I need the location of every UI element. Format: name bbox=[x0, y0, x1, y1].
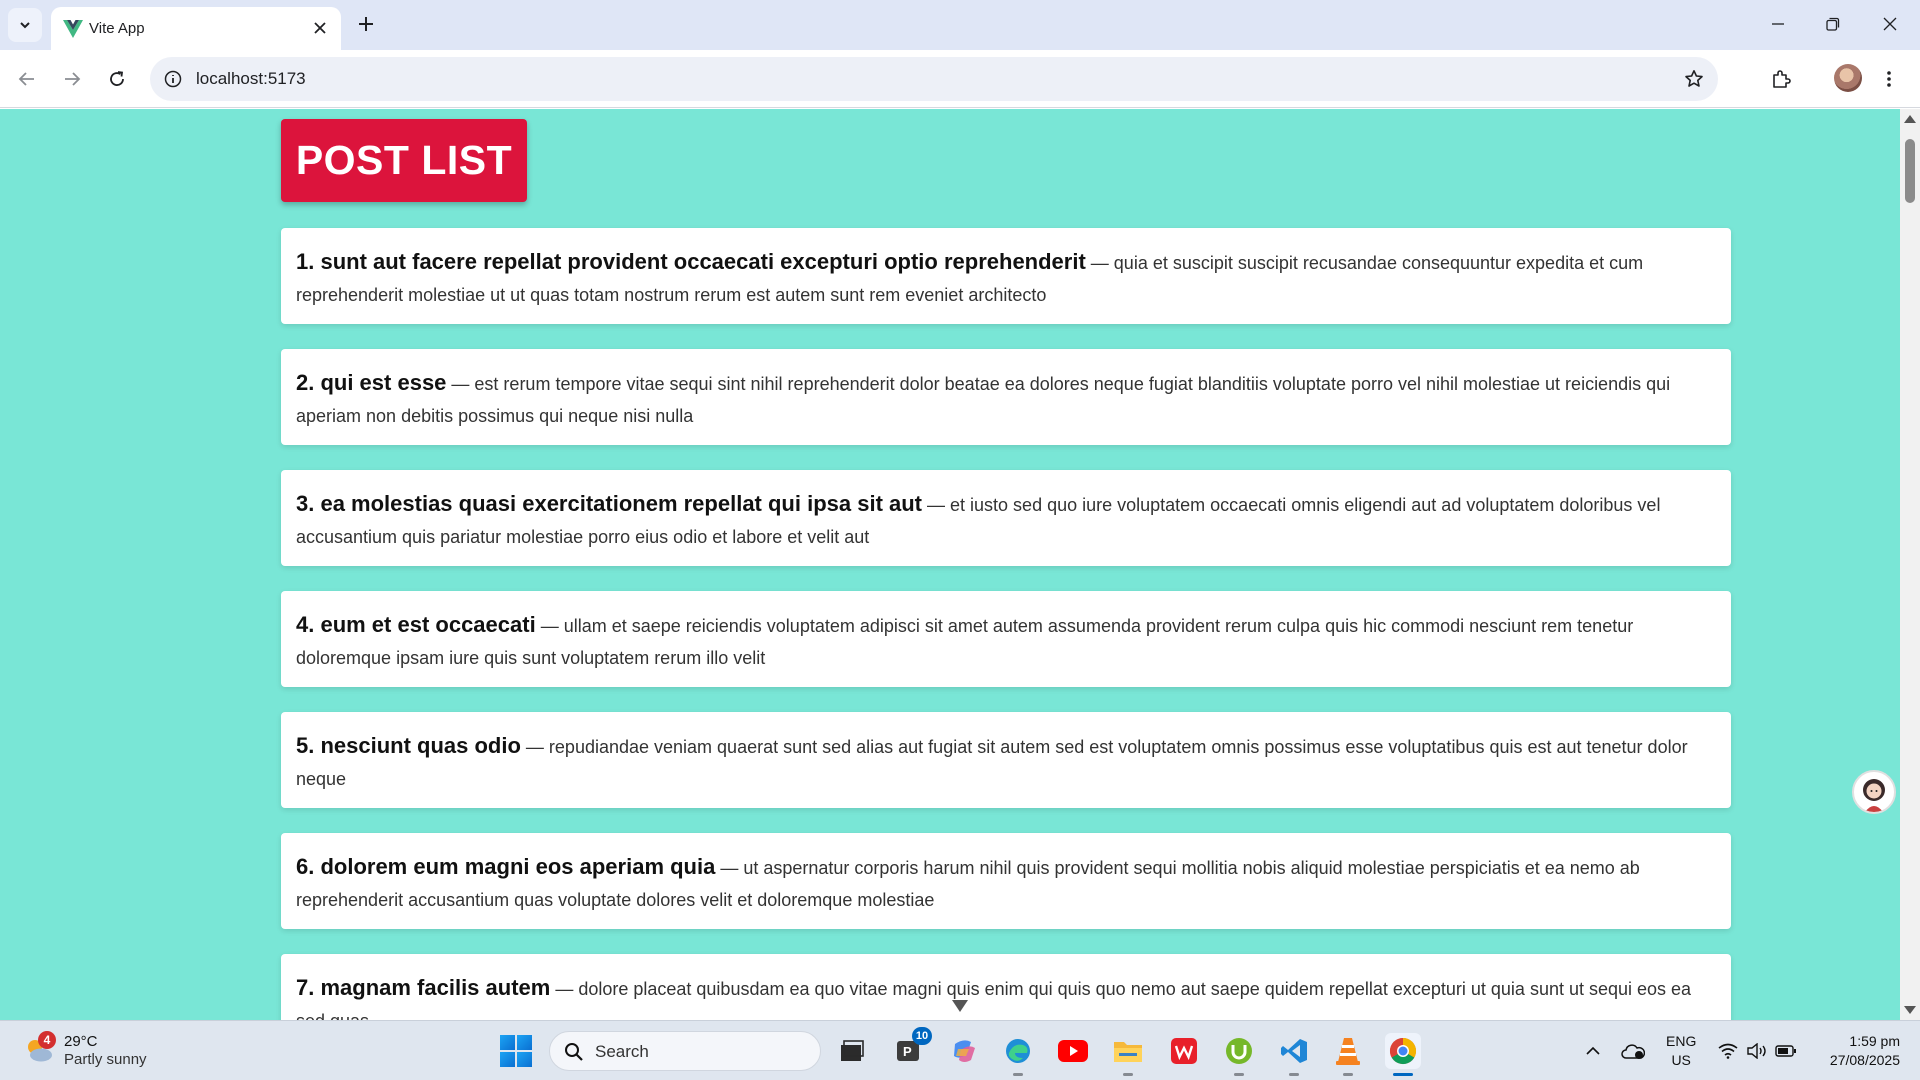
post-card: 1. sunt aut facere repellat provident oc… bbox=[281, 228, 1731, 324]
copilot-icon[interactable] bbox=[946, 1033, 982, 1069]
page-scrollbar[interactable] bbox=[1900, 109, 1920, 1020]
language-code: ENG bbox=[1666, 1033, 1697, 1049]
search-icon bbox=[565, 1043, 583, 1061]
region-code: US bbox=[1671, 1052, 1691, 1068]
back-button[interactable] bbox=[10, 62, 44, 96]
chevron-down-icon bbox=[20, 22, 30, 29]
post-body: — est rerum tempore vitae sequi sint nih… bbox=[296, 374, 1671, 426]
utorrent-icon[interactable] bbox=[1221, 1033, 1257, 1076]
close-icon bbox=[1883, 17, 1897, 31]
task-view-icon[interactable] bbox=[834, 1033, 870, 1069]
weather-temp: 29°C bbox=[64, 1033, 98, 1050]
browser-tab-strip: Vite App bbox=[0, 0, 1920, 50]
system-clock[interactable]: 1:59 pm 27/08/2025 bbox=[1800, 1032, 1900, 1070]
post-title: 2. qui est esse bbox=[296, 370, 447, 395]
taskbar-search[interactable]: Search bbox=[549, 1031, 821, 1071]
close-tab-icon[interactable] bbox=[311, 19, 329, 37]
scroll-hint-icon bbox=[952, 1000, 968, 1012]
file-explorer-icon[interactable] bbox=[1110, 1033, 1146, 1076]
forward-button[interactable] bbox=[55, 62, 89, 96]
notification-badge: 10 bbox=[912, 1027, 932, 1045]
post-card: 2. qui est esse — est rerum tempore vita… bbox=[281, 349, 1731, 445]
minimize-button[interactable] bbox=[1755, 6, 1801, 42]
browser-tab-active[interactable]: Vite App bbox=[51, 7, 341, 50]
restore-button[interactable] bbox=[1810, 6, 1856, 42]
post-title: 1. sunt aut facere repellat provident oc… bbox=[296, 249, 1086, 274]
post-card: 7. magnam facilis autem — dolore placeat… bbox=[281, 954, 1731, 1020]
arrow-right-icon bbox=[65, 72, 81, 86]
close-window-button[interactable] bbox=[1867, 6, 1913, 42]
vlc-icon[interactable] bbox=[1330, 1033, 1366, 1076]
language-indicator[interactable]: ENG US bbox=[1666, 1032, 1696, 1070]
bookmark-star-icon[interactable] bbox=[1682, 67, 1706, 91]
page-title: POST LIST bbox=[281, 119, 527, 202]
clock-date: 27/08/2025 bbox=[1829, 1052, 1900, 1068]
start-button[interactable] bbox=[500, 1035, 532, 1067]
wifi-icon[interactable] bbox=[1716, 1033, 1740, 1069]
reload-icon bbox=[110, 71, 124, 86]
youtube-icon[interactable] bbox=[1055, 1033, 1091, 1069]
extensions-button[interactable] bbox=[1764, 62, 1798, 96]
onedrive-icon[interactable] bbox=[1620, 1033, 1646, 1069]
post-title: 6. dolorem eum magni eos aperiam quia bbox=[296, 854, 716, 879]
post-title: 4. eum et est occaecati bbox=[296, 612, 536, 637]
edge-browser-icon[interactable] bbox=[1000, 1033, 1036, 1076]
arrow-left-icon bbox=[18, 72, 34, 86]
wps-office-icon[interactable] bbox=[1166, 1033, 1202, 1069]
profile-avatar[interactable] bbox=[1834, 64, 1862, 92]
restore-icon bbox=[1826, 17, 1840, 31]
minimize-icon bbox=[1772, 23, 1784, 25]
post-title: 7. magnam facilis autem bbox=[296, 975, 551, 1000]
page-viewport: POST LIST 1. sunt aut facere repellat pr… bbox=[0, 109, 1900, 1020]
post-card: 5. nesciunt quas odio — repudiandae veni… bbox=[281, 712, 1731, 808]
vue-logo-icon bbox=[63, 20, 83, 38]
tab-title: Vite App bbox=[89, 20, 145, 37]
assistant-avatar-icon[interactable] bbox=[1852, 770, 1896, 814]
post-card: 3. ea molestias quasi exercitationem rep… bbox=[281, 470, 1731, 566]
address-bar[interactable]: localhost:5173 bbox=[150, 57, 1718, 101]
post-title: 5. nesciunt quas odio bbox=[296, 733, 521, 758]
site-info-icon[interactable] bbox=[162, 68, 184, 90]
scroll-up-icon[interactable] bbox=[1904, 115, 1916, 123]
scroll-thumb[interactable] bbox=[1905, 139, 1915, 203]
post-card: 4. eum et est occaecati — ullam et saepe… bbox=[281, 591, 1731, 687]
windows-taskbar: 4 29°C Partly sunny Search P 10 ENG US 1… bbox=[0, 1020, 1920, 1080]
tab-search-button[interactable] bbox=[8, 8, 42, 42]
weather-widget[interactable]: 4 29°C Partly sunny bbox=[24, 1031, 174, 1071]
browser-toolbar: localhost:5173 bbox=[0, 50, 1920, 108]
news-app-icon[interactable]: P 10 bbox=[890, 1027, 932, 1069]
search-placeholder: Search bbox=[595, 1042, 649, 1061]
vscode-icon[interactable] bbox=[1276, 1033, 1312, 1076]
scroll-down-icon[interactable] bbox=[1904, 1006, 1916, 1014]
new-tab-button[interactable] bbox=[352, 10, 380, 38]
more-vertical-icon bbox=[1887, 71, 1891, 87]
weather-desc: Partly sunny bbox=[64, 1051, 147, 1068]
chrome-icon[interactable] bbox=[1385, 1033, 1421, 1076]
puzzle-icon bbox=[1773, 70, 1791, 88]
clock-time: 1:59 pm bbox=[1849, 1033, 1900, 1049]
plus-icon bbox=[359, 17, 373, 31]
browser-menu-button[interactable] bbox=[1872, 62, 1906, 96]
post-title: 3. ea molestias quasi exercitationem rep… bbox=[296, 491, 923, 516]
weather-alert-badge: 4 bbox=[38, 1031, 56, 1049]
volume-icon[interactable] bbox=[1745, 1033, 1769, 1069]
url-text[interactable]: localhost:5173 bbox=[196, 69, 306, 89]
chevron-up-icon[interactable] bbox=[1582, 1033, 1604, 1069]
svg-text:P: P bbox=[903, 1044, 912, 1059]
battery-icon[interactable] bbox=[1774, 1033, 1798, 1069]
reload-button[interactable] bbox=[100, 62, 134, 96]
post-card: 6. dolorem eum magni eos aperiam quia — … bbox=[281, 833, 1731, 929]
